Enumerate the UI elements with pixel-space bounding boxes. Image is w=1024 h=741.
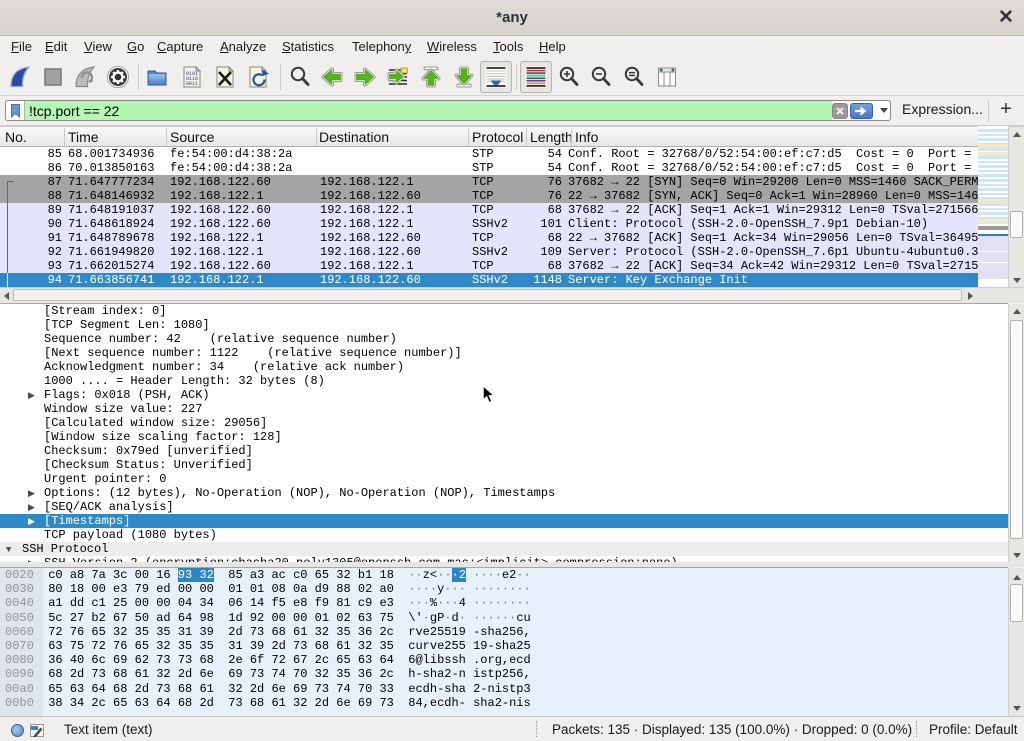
svg-text:0011: 0011 — [186, 81, 198, 87]
